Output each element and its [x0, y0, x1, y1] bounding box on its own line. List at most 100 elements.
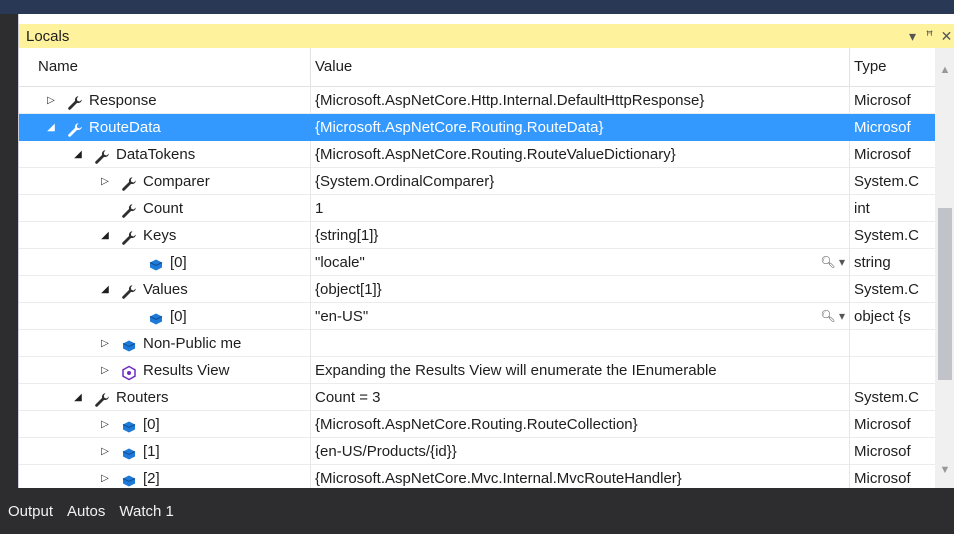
variable-type-cell: System.C [850, 384, 935, 411]
tab-watch-1[interactable]: Watch 1 [119, 503, 173, 520]
variable-row[interactable]: Count 1 int [19, 195, 935, 222]
expanded-triangle-icon[interactable]: ◢ [45, 114, 57, 140]
variable-row[interactable]: ◢ Values {object[1]} System.C [19, 276, 935, 303]
expanded-triangle-icon[interactable]: ◢ [72, 384, 84, 410]
variable-name: Comparer [143, 173, 210, 190]
wrench-icon [67, 120, 83, 137]
variable-name: Keys [143, 227, 177, 244]
visualizer-magnifier-icon[interactable]: 🔍︎ ▾ [820, 249, 845, 275]
locals-window: Locals ▾ ꟸ ✕ Name Value Type ▷ Response {M… [18, 14, 954, 492]
variable-value-cell[interactable]: {Microsoft.AspNetCore.Http.Internal.Defa… [311, 87, 850, 114]
variable-name-cell[interactable]: [0] [19, 249, 311, 276]
variable-name-cell[interactable]: ◢ RouteData [19, 114, 311, 141]
variable-value-cell[interactable]: {Microsoft.AspNetCore.Routing.RouteColle… [311, 411, 850, 438]
variable-value: {en-US/Products/{id}} [315, 443, 457, 460]
wrench-icon [67, 93, 83, 110]
variable-name-cell[interactable]: ▷ Response [19, 87, 311, 114]
tab-autos[interactable]: Autos [67, 503, 105, 520]
variable-name-cell[interactable]: ▷ [0] [19, 411, 311, 438]
variable-row[interactable]: ◢ RouteData {Microsoft.AspNetCore.Routing.… [19, 114, 935, 141]
variable-type-cell [850, 357, 935, 384]
column-header-type[interactable]: Type [850, 48, 935, 86]
variable-value-cell[interactable]: {Microsoft.AspNetCore.Routing.RouteValue… [311, 141, 850, 168]
variable-row[interactable]: ▷ [0] {Microsoft.AspNetCore.Routing.RouteC… [19, 411, 935, 438]
variable-row[interactable]: ▷ Response {Microsoft.AspNetCore.Http.Inte… [19, 87, 935, 114]
variable-name-cell[interactable]: ▷ Non-Public me [19, 330, 311, 357]
variable-value: {string[1]} [315, 227, 379, 244]
variable-name-cell[interactable]: ▷ [1] [19, 438, 311, 465]
expanded-triangle-icon[interactable]: ◢ [99, 222, 111, 248]
variable-row[interactable]: ◢ DataTokens {Microsoft.AspNetCore.Routing… [19, 141, 935, 168]
variable-row[interactable]: [0] "locale" 🔍︎ ▾ string [19, 249, 935, 276]
variable-row[interactable]: ▷ Comparer {System.OrdinalComparer} System.… [19, 168, 935, 195]
field-icon [121, 336, 137, 352]
variable-name-cell[interactable]: [0] [19, 303, 311, 330]
variable-name-cell[interactable]: ◢ Values [19, 276, 311, 303]
wrench-icon [94, 147, 110, 164]
field-icon [148, 255, 164, 271]
variable-row[interactable]: ◢ Keys {string[1]} System.C [19, 222, 935, 249]
collapsed-triangle-icon[interactable]: ▷ [45, 87, 57, 113]
collapsed-triangle-icon[interactable]: ▷ [99, 411, 111, 437]
column-header-name[interactable]: Name [19, 48, 311, 86]
variable-type-cell: string [850, 249, 935, 276]
variable-value-cell[interactable]: {en-US/Products/{id}} [311, 438, 850, 465]
window-tools: ▾ ꟸ ✕ [904, 24, 954, 48]
variable-value: {Microsoft.AspNetCore.Routing.RouteColle… [315, 416, 638, 433]
variable-row[interactable]: ▷ Results View Expanding the Results View … [19, 357, 935, 384]
variable-name: [1] [143, 443, 160, 460]
variable-value-cell[interactable]: Expanding the Results View will enumerat… [311, 357, 850, 384]
variable-type-cell: System.C [850, 222, 935, 249]
variable-value-cell[interactable]: Count = 3 [311, 384, 850, 411]
tab-output[interactable]: Output [8, 503, 53, 520]
dropdown-icon[interactable]: ▾ [904, 24, 921, 48]
variable-row[interactable]: ◢ Routers Count = 3 System.C [19, 384, 935, 411]
collapsed-triangle-icon[interactable]: ▷ [99, 168, 111, 194]
variable-value-cell[interactable] [311, 330, 850, 357]
locals-rows: ▷ Response {Microsoft.AspNetCore.Http.Inte… [19, 87, 935, 492]
variable-value-cell[interactable]: 1 [311, 195, 850, 222]
collapsed-triangle-icon[interactable]: ▷ [99, 357, 111, 383]
variable-value-cell[interactable]: {System.OrdinalComparer} [311, 168, 850, 195]
variable-type: Microsof [854, 470, 911, 487]
vertical-scrollbar[interactable]: ▲ ▼ [935, 48, 954, 488]
variable-name-cell[interactable]: Count [19, 195, 311, 222]
scroll-up-icon[interactable]: ▲ [935, 62, 954, 78]
wrench-icon [94, 390, 110, 407]
variable-name: [0] [170, 308, 187, 325]
expanded-triangle-icon[interactable]: ◢ [99, 276, 111, 302]
variable-type-cell: Microsof [850, 141, 935, 168]
variable-row[interactable]: [0] "en-US" 🔍︎ ▾ object {s [19, 303, 935, 330]
variable-value-cell[interactable]: "en-US" 🔍︎ ▾ [311, 303, 850, 330]
pin-icon[interactable]: ꟸ [921, 24, 938, 48]
variable-type: Microsof [854, 146, 911, 163]
variable-name-cell[interactable]: ▷ Comparer [19, 168, 311, 195]
variable-name-cell[interactable]: ▷ Results View [19, 357, 311, 384]
variable-value-cell[interactable]: {object[1]} [311, 276, 850, 303]
collapsed-triangle-icon[interactable]: ▷ [99, 438, 111, 464]
column-header-value[interactable]: Value [311, 48, 850, 86]
variable-name: Results View [143, 362, 230, 379]
variable-value: Expanding the Results View will enumerat… [315, 362, 717, 379]
collapsed-triangle-icon[interactable]: ▷ [99, 330, 111, 356]
close-icon[interactable]: ✕ [938, 24, 954, 48]
variable-type: string [854, 254, 891, 271]
variable-name-cell[interactable]: ◢ DataTokens [19, 141, 311, 168]
variable-value-cell[interactable]: {string[1]} [311, 222, 850, 249]
variable-name-cell[interactable]: ◢ Keys [19, 222, 311, 249]
variable-type: object {s [854, 308, 911, 325]
variable-type: System.C [854, 281, 920, 298]
variable-row[interactable]: ▷ [1] {en-US/Products/{id}} Microsof [19, 438, 935, 465]
variable-value-cell[interactable]: "locale" 🔍︎ ▾ [311, 249, 850, 276]
variable-value: Count = 3 [315, 389, 381, 406]
scrollbar-thumb[interactable] [938, 208, 952, 380]
field-icon [121, 417, 137, 433]
expanded-triangle-icon[interactable]: ◢ [72, 141, 84, 167]
variable-type: Microsof [854, 92, 911, 109]
variable-name-cell[interactable]: ◢ Routers [19, 384, 311, 411]
variable-name: DataTokens [116, 146, 196, 163]
scroll-down-icon[interactable]: ▼ [935, 462, 954, 478]
variable-row[interactable]: ▷ Non-Public me [19, 330, 935, 357]
variable-value-cell[interactable]: {Microsoft.AspNetCore.Routing.RouteData} [311, 114, 850, 141]
visualizer-magnifier-icon[interactable]: 🔍︎ ▾ [820, 303, 845, 329]
